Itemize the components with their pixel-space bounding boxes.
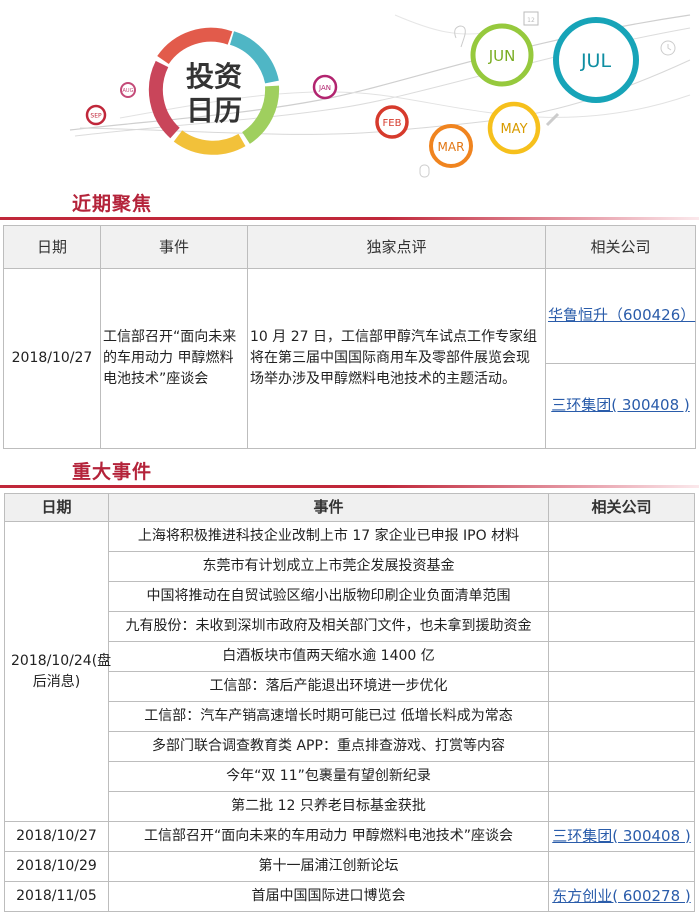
pencil-icon <box>545 112 560 127</box>
svg-text:JAN: JAN <box>318 84 331 92</box>
mouse-icon <box>419 164 430 178</box>
event-text: 上海将积极推进科技企业改制上市 17 家企业已申报 IPO 材料 <box>108 521 549 552</box>
month-feb: FEB <box>375 105 409 139</box>
svg-text:12: 12 <box>527 17 535 24</box>
banner-title-line2: 日历 <box>186 94 242 127</box>
table-row: 2018/11/05 首届中国国际进口博览会 东方创业( 600278 ) <box>4 881 695 912</box>
banner-title-line1: 投资 <box>186 60 242 93</box>
header-event: 事件 <box>108 493 549 522</box>
svg-text:AUG: AUG <box>123 88 134 94</box>
company-cell: 三环集团( 300408 ) <box>548 821 695 852</box>
event-date: 2018/10/27 <box>4 821 109 852</box>
company-cell <box>548 851 695 882</box>
event-text: 白酒板块市值两天缩水逾 1400 亿 <box>108 641 549 672</box>
table-row: 九有股份：未收到深圳市政府及相关部门文件，也未拿到援助资金 <box>5 611 695 642</box>
banner-graphic: 投资 日历 SEP AUG JAN FEB MAR MAY JUN JUL 12 <box>69 11 691 178</box>
calendar-icon: 12 <box>523 11 539 26</box>
focus-company-cell: 华鲁恒升（600426） <box>545 268 696 364</box>
svg-text:SEP: SEP <box>90 113 102 120</box>
focus-date: 2018/10/27 <box>3 268 101 449</box>
event-text: 工信部：落后产能退出环境进一步优化 <box>108 671 549 702</box>
event-text: 东莞市有计划成立上市莞企发展投资基金 <box>108 551 549 582</box>
company-cell <box>548 611 695 642</box>
month-mar: MAR <box>429 124 473 168</box>
company-cell <box>548 551 695 582</box>
event-text: 今年“双 11”包裹量有望创新纪录 <box>108 761 549 792</box>
company-link[interactable]: 华鲁恒升（600426） <box>548 306 695 324</box>
table-row: 工信部：汽车产销高速增长时期可能已过 低增长料成为常态 <box>5 701 695 732</box>
event-text: 九有股份：未收到深圳市政府及相关部门文件，也未拿到援助资金 <box>108 611 549 642</box>
company-cell <box>548 791 695 822</box>
event-text: 工信部召开“面向未来的车用动力 甲醇燃料电池技术”座谈会 <box>108 821 549 852</box>
svg-text:FEB: FEB <box>383 118 402 129</box>
month-sep: SEP <box>85 104 107 126</box>
recent-focus-table: 日期 事件 独家点评 相关公司 2018/10/27 工信部召开“面向未来的车用… <box>3 225 696 449</box>
event-text: 第十一届浦江创新论坛 <box>108 851 549 882</box>
header-comment: 独家点评 <box>247 225 546 269</box>
svg-text:MAR: MAR <box>438 140 465 154</box>
event-text: 首届中国国际进口博览会 <box>108 881 549 912</box>
company-cell <box>548 731 695 762</box>
company-cell <box>548 701 695 732</box>
company-cell <box>548 521 695 552</box>
event-date: 2018/11/05 <box>4 881 109 912</box>
header-company: 相关公司 <box>545 225 696 269</box>
table-row: 2018/10/27 工信部召开“面向未来的车用动力 甲醇燃料电池技术”座谈会 … <box>4 821 695 852</box>
table-row: 2018/10/24(盘后消息) 上海将积极推进科技企业改制上市 17 家企业已… <box>4 521 695 822</box>
svg-text:JUL: JUL <box>580 50 612 72</box>
section-divider <box>0 485 699 488</box>
svg-text:JUN: JUN <box>488 47 516 65</box>
event-text: 多部门联合调查教育类 APP：重点排查游戏、打赏等内容 <box>108 731 549 762</box>
event-text: 第二批 12 只养老目标基金获批 <box>108 791 549 822</box>
company-link[interactable]: 东方创业( 600278 ) <box>552 887 691 905</box>
company-cell <box>548 641 695 672</box>
company-cell <box>548 761 695 792</box>
section-title-major-events: 重大事件 <box>72 461 153 483</box>
focus-event: 工信部召开“面向未来的车用动力 甲醇燃料电池技术”座谈会 <box>100 268 248 449</box>
section-divider <box>0 217 699 220</box>
month-jul: JUL <box>553 17 639 103</box>
table-header-row: 日期 事件 独家点评 相关公司 <box>3 225 696 269</box>
company-link[interactable]: 三环集团( 300408 ) <box>552 827 691 845</box>
table-row: 东莞市有计划成立上市莞企发展投资基金 <box>5 551 695 582</box>
company-cell <box>548 671 695 702</box>
svg-text:MAY: MAY <box>500 122 527 137</box>
table-row: 2018/10/29 第十一届浦江创新论坛 <box>4 851 695 882</box>
banner: 投资 日历 SEP AUG JAN FEB MAR MAY JUN JUL 12 <box>0 0 699 180</box>
event-date: 2018/10/29 <box>4 851 109 882</box>
header-date: 日期 <box>4 493 109 522</box>
focus-comment: 10 月 27 日，工信部甲醇汽车试点工作专家组将在第三届中国国际商用车及零部件… <box>247 268 546 449</box>
header-company: 相关公司 <box>548 493 695 522</box>
month-jun: JUN <box>470 23 534 87</box>
paperclip-icon <box>454 25 466 48</box>
section-title-recent-focus: 近期聚焦 <box>72 193 153 215</box>
major-events-table: 日期 事件 相关公司 2018/10/24(盘后消息) 上海将积极推进科技企业改… <box>4 493 695 912</box>
table-row: 多部门联合调查教育类 APP：重点排查游戏、打赏等内容 <box>5 731 695 762</box>
table-header-row: 日期 事件 相关公司 <box>4 493 695 522</box>
header-date: 日期 <box>3 225 101 269</box>
header-event: 事件 <box>100 225 248 269</box>
event-text: 工信部：汽车产销高速增长时期可能已过 低增长料成为常态 <box>108 701 549 732</box>
company-link[interactable]: 三环集团( 300408 ) <box>551 396 690 414</box>
company-cell: 东方创业( 600278 ) <box>548 881 695 912</box>
month-may: MAY <box>487 101 541 155</box>
month-jan: JAN <box>312 74 338 100</box>
company-cell <box>548 581 695 612</box>
focus-company-cell: 三环集团( 300408 ) <box>545 363 696 449</box>
table-row: 中国将推动在自贸试验区缩小出版物印刷企业负面清单范围 <box>5 581 695 612</box>
event-date-group: 2018/10/24(盘后消息) <box>4 521 111 822</box>
month-aug: AUG <box>120 82 136 98</box>
clock-icon <box>660 40 676 56</box>
table-row: 今年“双 11”包裹量有望创新纪录 <box>5 761 695 792</box>
section-major-events-header: 重大事件 <box>0 458 699 488</box>
section-recent-focus-header: 近期聚焦 <box>0 190 699 220</box>
table-row: 工信部：落后产能退出环境进一步优化 <box>5 671 695 702</box>
table-row: 第二批 12 只养老目标基金获批 <box>5 791 695 822</box>
table-row: 2018/10/27 工信部召开“面向未来的车用动力 甲醇燃料电池技术”座谈会 … <box>3 268 696 449</box>
event-text: 中国将推动在自贸试验区缩小出版物印刷企业负面清单范围 <box>108 581 549 612</box>
